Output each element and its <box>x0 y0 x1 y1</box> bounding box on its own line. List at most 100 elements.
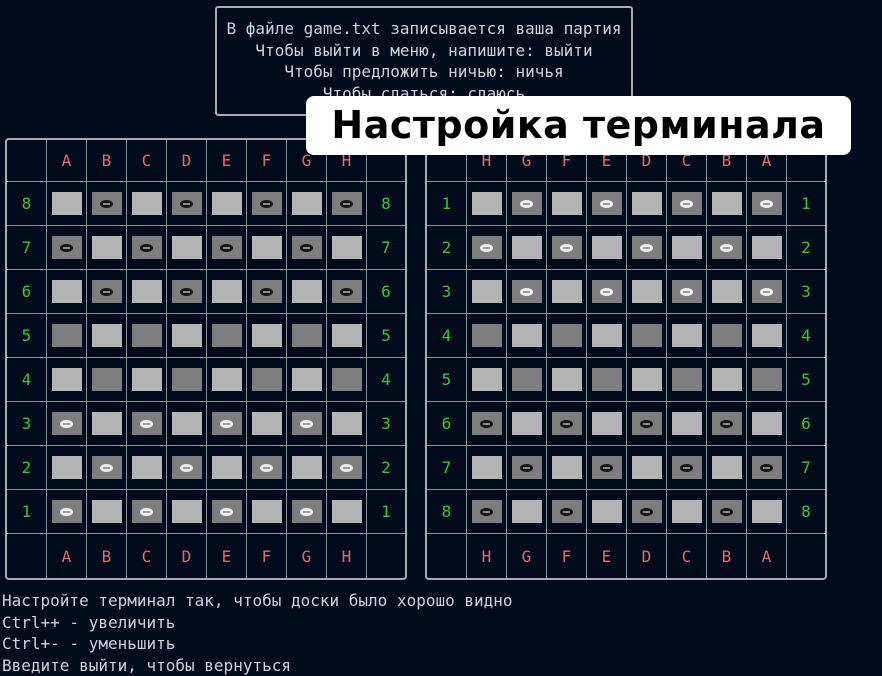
board-cell <box>747 270 787 314</box>
row-label: 6 <box>427 402 467 446</box>
board-cell <box>47 270 87 314</box>
board-corner <box>7 140 47 182</box>
dark-square <box>752 368 782 391</box>
black-checker-piece <box>100 288 113 296</box>
board-cell <box>627 446 667 490</box>
light-square <box>332 324 362 347</box>
light-square <box>752 324 782 347</box>
light-square <box>672 236 702 259</box>
dark-square <box>672 456 702 479</box>
black-checker-piece <box>560 420 573 428</box>
row-label: 8 <box>367 182 405 226</box>
column-label: E <box>207 140 247 182</box>
white-checker-piece <box>760 288 773 296</box>
row-label: 8 <box>787 490 825 534</box>
white-checker-piece <box>600 288 613 296</box>
board-cell <box>587 226 627 270</box>
row-label: 1 <box>787 182 825 226</box>
row-label: 7 <box>787 446 825 490</box>
board-cell <box>667 490 707 534</box>
board-cell <box>247 226 287 270</box>
white-checker-piece <box>140 508 153 516</box>
board-cell <box>87 446 127 490</box>
light-square <box>472 192 502 215</box>
light-square <box>52 192 82 215</box>
row-label: 4 <box>787 314 825 358</box>
dark-square <box>212 500 242 523</box>
black-checker-piece <box>720 508 733 516</box>
board-cell <box>167 490 207 534</box>
board-cell <box>707 490 747 534</box>
row-label: 5 <box>7 314 47 358</box>
dark-square <box>672 368 702 391</box>
white-checker-piece <box>560 244 573 252</box>
column-label: B <box>707 534 747 578</box>
dark-square <box>752 456 782 479</box>
column-label: H <box>327 534 367 578</box>
black-checker-piece <box>640 508 653 516</box>
white-checker-piece <box>180 464 193 472</box>
dark-square <box>292 324 322 347</box>
board-cell <box>127 446 167 490</box>
dark-square <box>332 456 362 479</box>
row-label: 2 <box>787 226 825 270</box>
row-label: 4 <box>7 358 47 402</box>
light-square <box>552 280 582 303</box>
board-cell <box>747 446 787 490</box>
light-square <box>712 368 742 391</box>
light-square <box>512 500 542 523</box>
light-square <box>132 456 162 479</box>
instruction-line-configure: Настройте терминал так, чтобы доски было… <box>2 590 513 612</box>
dark-square <box>132 412 162 435</box>
board-cell <box>47 358 87 402</box>
white-checker-piece <box>720 244 733 252</box>
row-label: 5 <box>367 314 405 358</box>
dark-square <box>52 500 82 523</box>
light-square <box>132 368 162 391</box>
board-cell <box>127 358 167 402</box>
board-cell <box>327 182 367 226</box>
column-label: E <box>207 534 247 578</box>
board-cell <box>247 314 287 358</box>
column-label: D <box>167 140 207 182</box>
board-cell <box>467 358 507 402</box>
light-square <box>592 236 622 259</box>
dark-square <box>472 500 502 523</box>
dark-square <box>212 324 242 347</box>
light-square <box>92 236 122 259</box>
dark-square <box>592 368 622 391</box>
column-label: A <box>47 140 87 182</box>
board-cell <box>247 446 287 490</box>
row-label: 3 <box>427 270 467 314</box>
row-label: 4 <box>427 314 467 358</box>
board-cell <box>467 446 507 490</box>
board-cell <box>627 402 667 446</box>
dark-square <box>632 324 662 347</box>
board-cell <box>207 446 247 490</box>
board-cell <box>327 402 367 446</box>
board-cell <box>207 402 247 446</box>
terminal-output: Настройте терминал так, чтобы доски было… <box>2 590 513 676</box>
column-label: B <box>87 140 127 182</box>
board-cell <box>707 226 747 270</box>
column-label: F <box>547 534 587 578</box>
board-left: ABCDEFGH8877665544332211ABCDEFGH <box>5 138 407 580</box>
board-cell <box>127 182 167 226</box>
black-checker-piece <box>640 420 653 428</box>
row-label: 3 <box>787 270 825 314</box>
light-square <box>212 368 242 391</box>
white-checker-piece <box>220 508 233 516</box>
dark-square <box>512 280 542 303</box>
dark-square <box>92 192 122 215</box>
board-cell <box>167 314 207 358</box>
light-square <box>592 412 622 435</box>
black-checker-piece <box>180 288 193 296</box>
board-cell <box>207 226 247 270</box>
black-checker-piece <box>760 464 773 472</box>
row-label: 7 <box>367 226 405 270</box>
dark-square <box>132 324 162 347</box>
row-label: 2 <box>427 226 467 270</box>
board-cell <box>287 182 327 226</box>
board-cell <box>327 358 367 402</box>
row-label: 7 <box>7 226 47 270</box>
